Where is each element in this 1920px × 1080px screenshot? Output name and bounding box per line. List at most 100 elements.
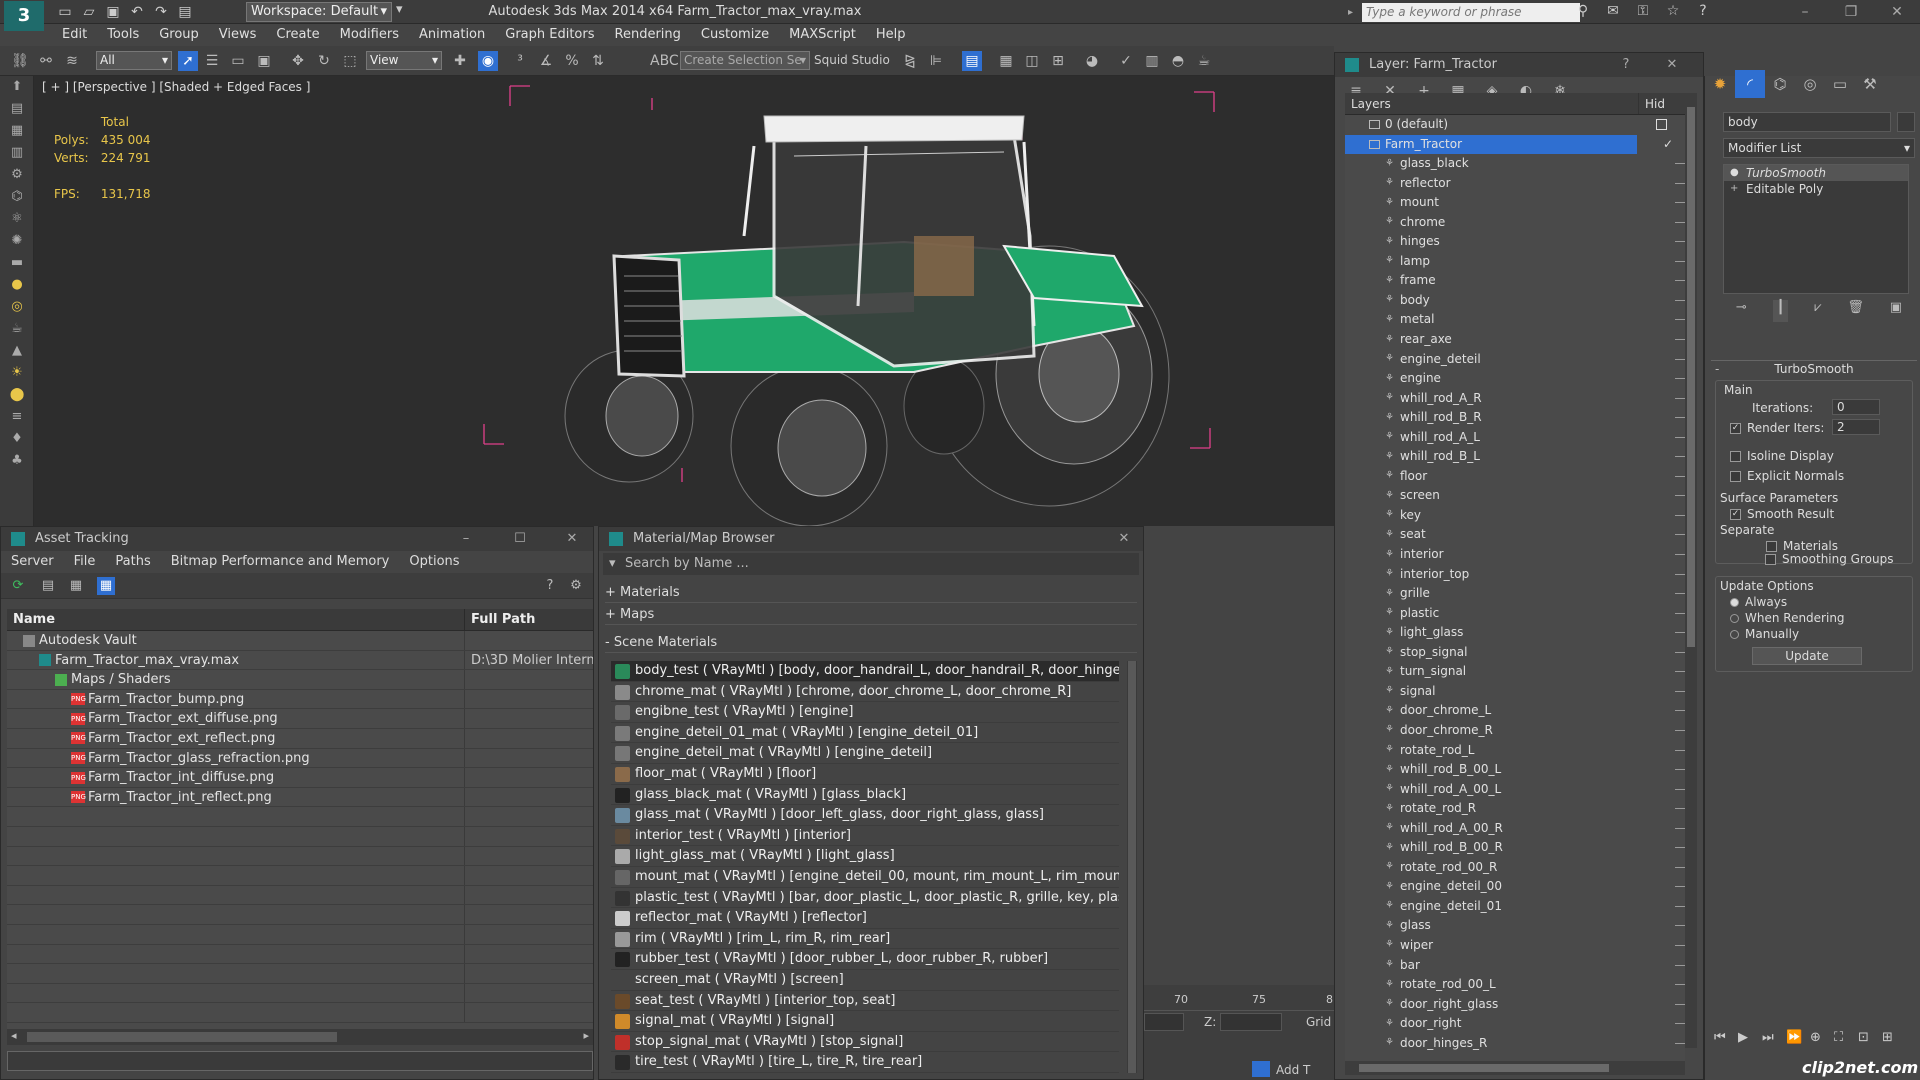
- hide-toggle[interactable]: [1656, 119, 1667, 130]
- material-row[interactable]: engine_deteil_mat ( VRayMtl ) [engine_de…: [611, 743, 1119, 764]
- scroll-thumb[interactable]: [1359, 1064, 1609, 1072]
- menu-customize[interactable]: Customize: [691, 24, 779, 46]
- layer-object-row[interactable]: ⚘ whill_rod_A_L: [1345, 428, 1687, 448]
- layer-object-row[interactable]: ⚘ metal: [1345, 310, 1687, 330]
- tool-icon-18[interactable]: ♣: [0, 450, 34, 472]
- configure-sets-icon[interactable]: ▣: [1890, 300, 1902, 322]
- next-frame-icon[interactable]: ⏭: [1762, 1030, 1780, 1052]
- layer-vscrollbar[interactable]: [1685, 93, 1697, 1048]
- separate-materials-checkbox[interactable]: [1766, 541, 1777, 552]
- display-tab-icon[interactable]: ▭: [1825, 70, 1855, 98]
- menu-file[interactable]: File: [64, 551, 106, 573]
- torus-icon[interactable]: ◎: [0, 296, 34, 318]
- zoom-extents-icon[interactable]: ⛶: [1834, 1030, 1852, 1052]
- modify-tab-icon[interactable]: ◜: [1735, 70, 1765, 98]
- material-row[interactable]: signal_mat ( VRayMtl ) [signal]: [611, 1011, 1119, 1032]
- menu-rendering[interactable]: Rendering: [605, 24, 691, 46]
- y-coord-field[interactable]: [1144, 1013, 1184, 1031]
- table-row[interactable]: [7, 807, 593, 827]
- table-view-icon[interactable]: ▦: [97, 577, 115, 595]
- perspective-viewport[interactable]: [ + ] [Perspective ] [Shaded + Edged Fac…: [34, 76, 1334, 526]
- tool-icon-6[interactable]: ⌬: [0, 186, 34, 208]
- tool-icon-5[interactable]: ⚙: [0, 164, 34, 186]
- modifier-list-dropdown[interactable]: Modifier List ▾: [1723, 138, 1915, 158]
- communication-center-icon[interactable]: ✉: [1602, 3, 1624, 21]
- search-expand-icon[interactable]: ▸: [1348, 3, 1360, 22]
- help-icon[interactable]: ?: [541, 577, 559, 595]
- time-tag-icon[interactable]: [1252, 1061, 1270, 1077]
- help-icon[interactable]: ?: [1692, 3, 1714, 21]
- rect-selection-icon[interactable]: ▭: [228, 51, 248, 71]
- layer-object-row[interactable]: ⚘ chrome: [1345, 213, 1687, 233]
- expand-plus-icon[interactable]: +: [1730, 181, 1738, 197]
- asset-status-field[interactable]: [7, 1051, 593, 1071]
- motion-tab-icon[interactable]: ◎: [1795, 70, 1825, 98]
- select-by-name-icon[interactable]: ☰: [202, 51, 222, 71]
- stack-item-editable-poly[interactable]: + Editable Poly: [1724, 181, 1908, 197]
- layer-object-row[interactable]: ⚘ glass: [1345, 916, 1687, 936]
- material-row[interactable]: tire_test ( VRayMtl ) [tire_L, tire_R, t…: [611, 1052, 1119, 1073]
- tool-icon-4[interactable]: ▥: [0, 142, 34, 164]
- material-editor-icon[interactable]: ◕: [1082, 51, 1102, 71]
- layer-object-row[interactable]: ⚘ hinges: [1345, 232, 1687, 252]
- explicit-normals-checkbox[interactable]: [1730, 471, 1741, 482]
- scroll-left-icon[interactable]: ◂: [11, 1029, 17, 1042]
- pivot-icon[interactable]: ✚: [450, 51, 470, 71]
- menu-modifiers[interactable]: Modifiers: [330, 24, 409, 46]
- layer-object-row[interactable]: ⚘ turn_signal: [1345, 662, 1687, 682]
- move-icon[interactable]: ✥: [288, 51, 308, 71]
- table-row[interactable]: Farm_Tractor_max_vray.max D:\3D Molier In…: [7, 650, 593, 671]
- layer-object-row[interactable]: ⚘ bar: [1345, 956, 1687, 976]
- show-end-result-icon[interactable]: ┃: [1772, 300, 1789, 322]
- sphere-icon[interactable]: ●: [0, 274, 34, 296]
- table-row[interactable]: PNG Farm_Tractor_bump.png: [7, 689, 593, 710]
- sun-icon[interactable]: ☀: [0, 362, 34, 384]
- section-scene-materials[interactable]: - Scene Materials: [605, 633, 1137, 653]
- viewport-label[interactable]: [ + ] [Perspective ] [Shaded + Edged Fac…: [42, 80, 310, 94]
- col-layers-header[interactable]: Layers: [1345, 93, 1639, 114]
- layer-object-row[interactable]: ⚘ engine_deteil_00: [1345, 877, 1687, 897]
- table-row[interactable]: [7, 866, 593, 886]
- create-tab-icon[interactable]: ✹: [1705, 70, 1735, 98]
- time-ruler[interactable]: 70 75 8: [1144, 985, 1334, 1011]
- render-iters-checkbox[interactable]: ✓: [1730, 423, 1741, 434]
- render-iterative-icon[interactable]: ☕: [1194, 51, 1214, 71]
- z-coord-field[interactable]: [1220, 1013, 1282, 1031]
- scroll-right-icon[interactable]: ▸: [583, 1029, 589, 1042]
- favorites-star-icon[interactable]: ☆: [1662, 3, 1684, 21]
- render-iters-spinner[interactable]: 2: [1832, 419, 1880, 435]
- menu-bitmap-performance[interactable]: Bitmap Performance and Memory: [161, 551, 400, 573]
- graphite-tools-icon[interactable]: ▦: [996, 51, 1016, 71]
- layer-object-row[interactable]: ⚘ door_chrome_L: [1345, 701, 1687, 721]
- tool-icon-17[interactable]: ♦: [0, 428, 34, 450]
- menu-graph-editors[interactable]: Graph Editors: [495, 24, 604, 46]
- layer-object-row[interactable]: ⚘ frame: [1345, 271, 1687, 291]
- select-object-icon[interactable]: ➚: [178, 51, 198, 71]
- named-selection-sets-dropdown[interactable]: Create Selection Se ▾: [680, 51, 810, 70]
- layer-object-row[interactable]: ⚘ lamp: [1345, 252, 1687, 272]
- make-unique-icon[interactable]: ⩗: [1814, 300, 1821, 322]
- material-row[interactable]: floor_mat ( VRayMtl ) [floor]: [611, 764, 1119, 785]
- material-row[interactable]: reflector_mat ( VRayMtl ) [reflector]: [611, 908, 1119, 929]
- layer-object-row[interactable]: ⚘ rotate_rod_L: [1345, 741, 1687, 761]
- infocenter-search-input[interactable]: Type a keyword or phrase: [1362, 3, 1580, 22]
- table-row[interactable]: Autodesk Vault: [7, 631, 593, 651]
- material-row[interactable]: interior_test ( VRayMtl ) [interior]: [611, 826, 1119, 847]
- layer-object-row[interactable]: ⚘ rear_axe: [1345, 330, 1687, 350]
- table-row[interactable]: [7, 964, 593, 984]
- menu-tools[interactable]: Tools: [97, 24, 149, 46]
- material-vscrollbar[interactable]: [1127, 661, 1137, 1073]
- layer-object-row[interactable]: ⚘ door_right_glass: [1345, 995, 1687, 1015]
- layer-object-row[interactable]: ⚘ screen: [1345, 486, 1687, 506]
- minimize-icon[interactable]: –: [1782, 0, 1828, 24]
- material-row[interactable]: rubber_test ( VRayMtl ) [door_rubber_L, …: [611, 949, 1119, 970]
- help-icon[interactable]: ?: [1607, 53, 1645, 77]
- col-name-header[interactable]: Name: [7, 609, 465, 630]
- update-manually-radio[interactable]: [1730, 630, 1739, 639]
- isoline-checkbox[interactable]: [1730, 451, 1741, 462]
- bind-spacewarp-icon[interactable]: ≋: [62, 51, 82, 71]
- add-time-tag-label[interactable]: Add T: [1276, 1063, 1310, 1077]
- layer-farm-tractor[interactable]: Farm_Tractor ✓: [1345, 134, 1673, 155]
- layer-object-row[interactable]: ⚘ key: [1345, 506, 1687, 526]
- turbosmooth-rollout-header[interactable]: - TurboSmooth: [1711, 360, 1917, 376]
